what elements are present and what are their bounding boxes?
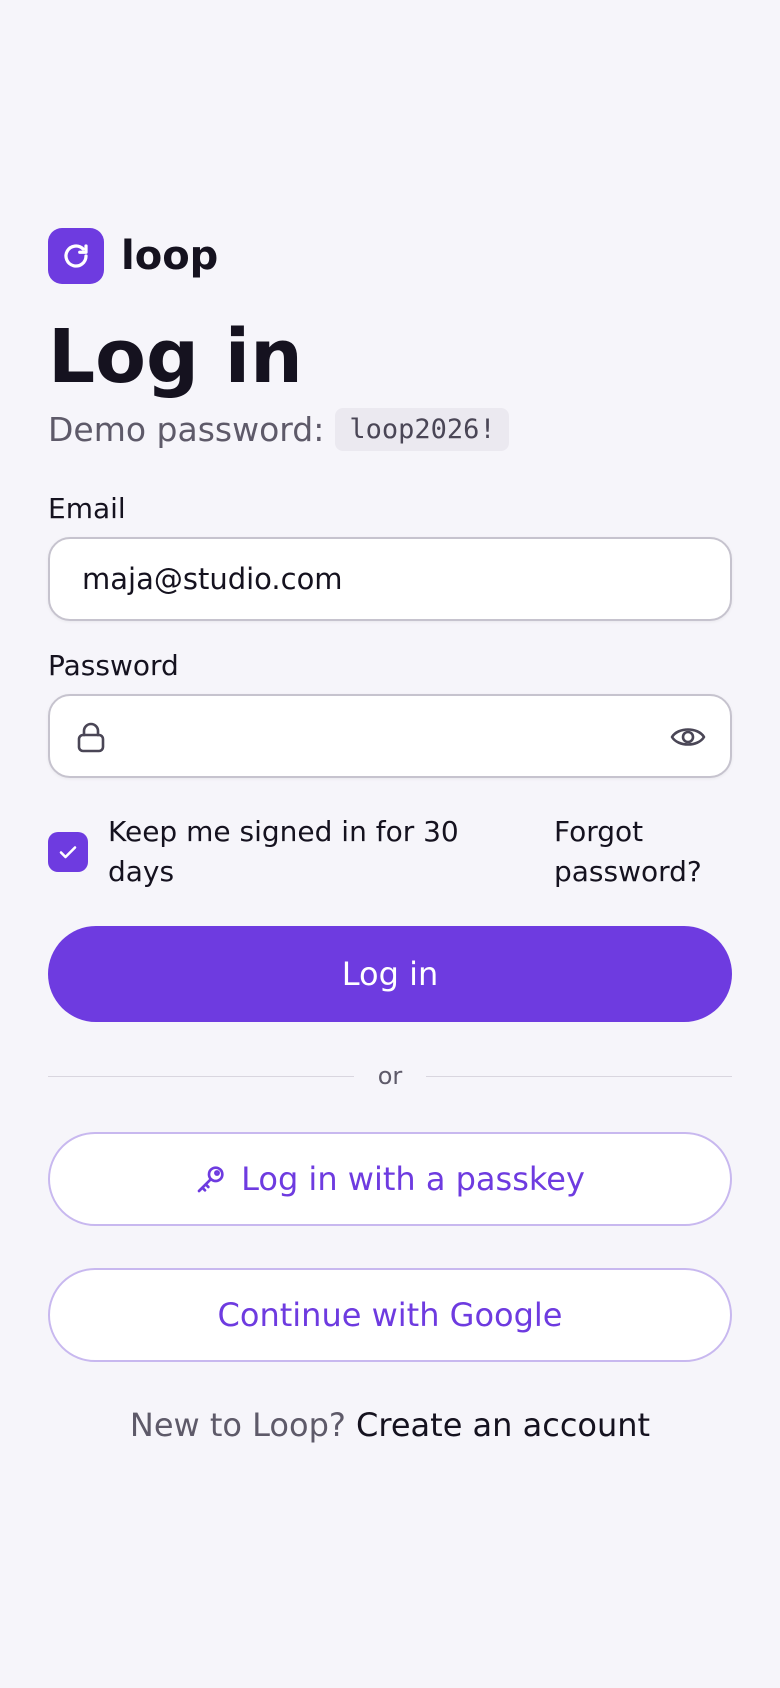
password-field[interactable]: [50, 696, 730, 776]
or-divider: or: [48, 1062, 732, 1090]
page-title: Log in: [48, 314, 303, 400]
divider-line: [48, 1075, 354, 1077]
email-label: Email: [48, 492, 126, 525]
passkey-button-label: Log in with a passkey: [241, 1160, 585, 1198]
eye-icon[interactable]: [670, 720, 706, 754]
demo-password-hint: Demo password: loop2026!: [48, 407, 732, 451]
key-icon: [197, 1166, 224, 1193]
password-field-wrapper: [48, 694, 732, 778]
create-account-link[interactable]: Create an account: [356, 1406, 650, 1444]
email-field-wrapper: [48, 537, 732, 621]
or-label: or: [377, 1062, 403, 1090]
login-button[interactable]: Log in: [48, 926, 732, 1022]
remember-checkbox[interactable]: [48, 832, 88, 872]
refresh-icon: [48, 228, 104, 284]
brand: loop: [48, 228, 732, 284]
google-button[interactable]: Continue with Google: [48, 1268, 732, 1362]
brand-name: loop: [121, 233, 219, 279]
login-panel: loop Log in Demo password: loop2026! Ema…: [48, 228, 732, 1444]
login-options: Keep me signed in for 30 days Forgot pas…: [48, 812, 732, 892]
check-icon: [59, 846, 77, 859]
remember-me[interactable]: Keep me signed in for 30 days: [48, 812, 478, 892]
password-label: Password: [48, 649, 179, 682]
lock-icon: [77, 722, 105, 753]
signup-prompt-text: New to Loop?: [129, 1406, 346, 1444]
signup-prompt: New to Loop? Create an account: [48, 1406, 732, 1444]
passkey-button[interactable]: Log in with a passkey: [48, 1132, 732, 1226]
demo-password-label: Demo password:: [48, 409, 325, 449]
demo-password-code: loop2026!: [335, 407, 509, 451]
email-field[interactable]: [50, 539, 730, 619]
remember-label[interactable]: Keep me signed in for 30 days: [108, 812, 478, 892]
forgot-password-link[interactable]: Forgot password?: [554, 812, 724, 892]
divider-line: [426, 1075, 732, 1077]
